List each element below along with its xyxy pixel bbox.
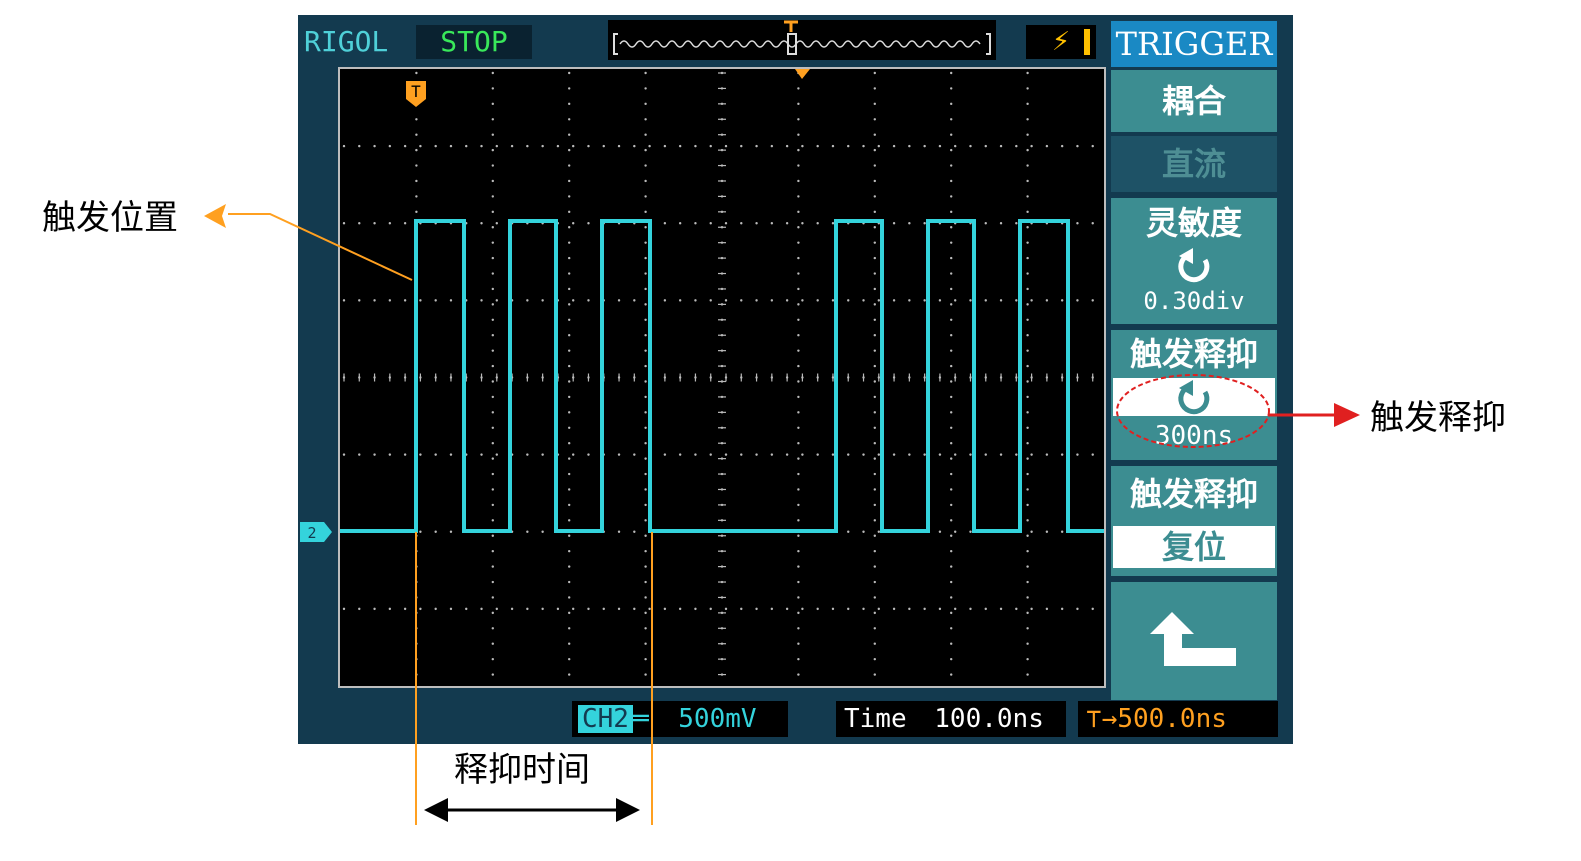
trigger-position-annotation: 触发位置 <box>42 198 178 238</box>
holdoff-annotation: 触发释抑 <box>1370 398 1506 438</box>
holdoff-time-annotation: 释抑时间 <box>454 750 590 790</box>
annotation-overlay <box>204 204 1360 825</box>
